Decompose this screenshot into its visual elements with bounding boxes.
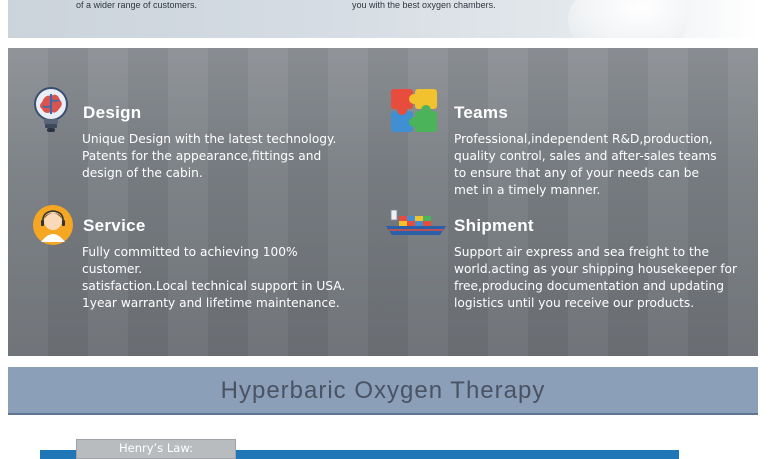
feature-shipment-line-3: free,producing documentation and updatin… [454, 279, 724, 293]
feature-service-line-4: 1year warranty and lifetime maintenance. [82, 296, 340, 310]
features-section: Design Unique Design with the latest tec… [8, 48, 758, 356]
section-title-bar: Hyperbaric Oxygen Therapy [8, 367, 758, 415]
feature-teams-title: Teams [454, 103, 509, 122]
feature-design: Design Unique Design with the latest tec… [8, 48, 383, 198]
feature-service-line-3: satisfaction.Local technical support in … [82, 279, 346, 293]
feature-teams-line-1: Professional,independent R&D,production, [454, 132, 713, 146]
cargo-ship-icon [385, 208, 447, 242]
feature-shipment-line-2: world.acting as your shipping housekeepe… [454, 262, 737, 276]
feature-teams: Teams Professional,independent R&D,produ… [383, 48, 758, 198]
law-tab: Henry’s Law: [76, 439, 236, 459]
banner-caption-right: you with the best oxygen chambers. [352, 0, 496, 10]
banner-caption-left: of a wider range of customers. [76, 0, 198, 10]
feature-design-line-1: Unique Design with the latest technology… [82, 132, 337, 146]
feature-design-line-2: Patents for the appearance,fittings and [82, 149, 322, 163]
page: of a wider range of customers. you with … [0, 0, 778, 459]
lightbulb-brain-icon [32, 86, 70, 140]
feature-shipment: Shipment Support air express and sea fre… [383, 198, 758, 356]
support-agent-icon [32, 204, 74, 250]
feature-shipment-title: Shipment [454, 216, 534, 235]
puzzle-icon [388, 86, 440, 140]
doctor-coat-image [568, 0, 688, 38]
feature-shipment-line-1: Support air express and sea freight to t… [454, 245, 709, 259]
feature-teams-line-4: met in a timely manner. [454, 183, 601, 197]
feature-service-line-2: customer. [82, 262, 143, 276]
feature-service-line-1: Fully committed to achieving 100% [82, 245, 298, 259]
feature-teams-line-2: quality control, sales and after-sales t… [454, 149, 717, 163]
feature-design-line-3: design of the cabin. [82, 166, 203, 180]
section-title: Hyperbaric Oxygen Therapy [220, 377, 546, 404]
feature-service: Service Fully committed to achieving 100… [8, 198, 383, 356]
top-banner: of a wider range of customers. you with … [8, 0, 758, 38]
feature-design-title: Design [83, 103, 142, 122]
feature-teams-line-3: to ensure that any of your needs can be [454, 166, 700, 180]
feature-service-title: Service [83, 216, 146, 235]
feature-shipment-line-4: logistics until you receive our products… [454, 296, 695, 310]
